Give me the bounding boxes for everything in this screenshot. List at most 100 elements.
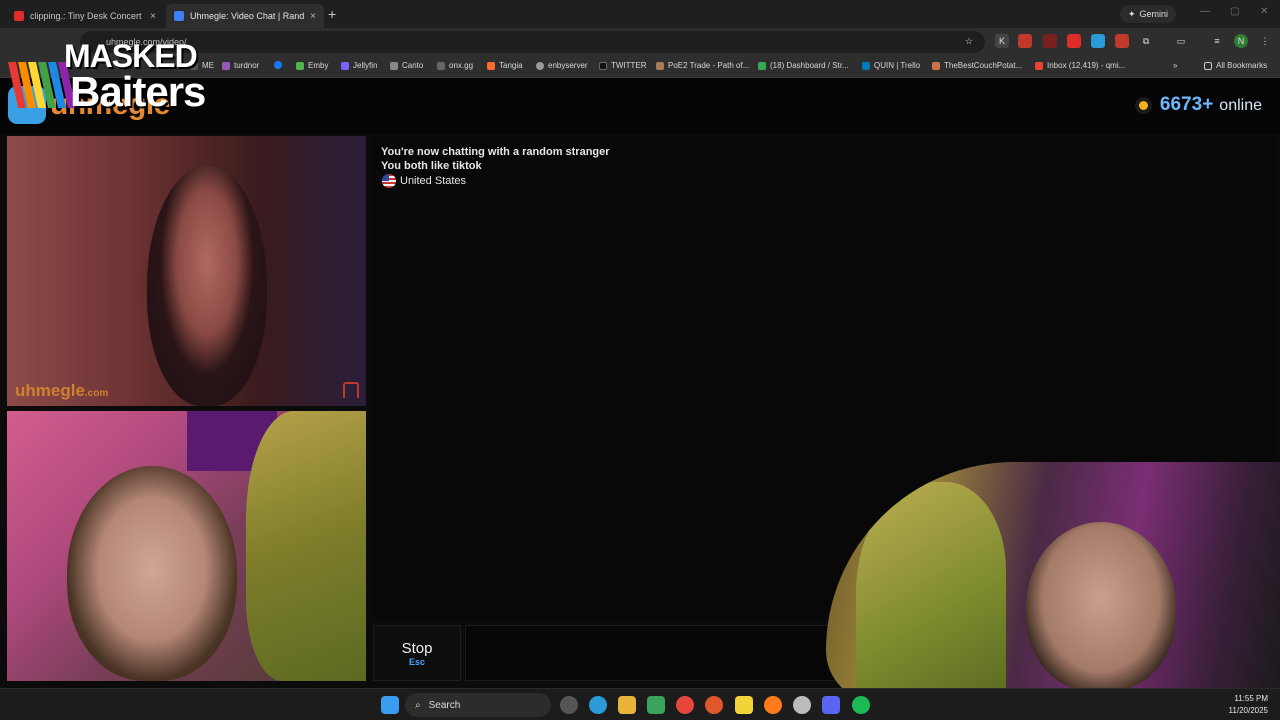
chrome-icon[interactable] [676,696,694,714]
bookmark-item[interactable]: enbyserver [536,61,588,70]
tab-title: Uhmegle: Video Chat | Rand [190,11,305,21]
stop-button[interactable]: Stop Esc [373,625,461,681]
extension-icon[interactable] [1115,34,1129,48]
bookmark-icon [487,61,495,70]
firefox-icon[interactable] [764,696,782,714]
bookmark-label: Tangia [499,61,523,70]
bookmark-item[interactable]: QUIN | Trello [862,61,920,70]
stop-label: Stop [401,639,433,657]
reading-list-icon[interactable]: ≡ [1210,34,1224,48]
extensions-puzzle-icon[interactable]: ⧉ [1139,34,1153,48]
extension-icon[interactable] [1018,34,1032,48]
bookmark-item[interactable]: Canto [390,61,423,70]
app-icon[interactable] [647,696,665,714]
online-label: online [1219,97,1262,114]
bookmark-label: TWITTER [611,61,647,70]
sticky-notes-icon[interactable] [735,696,753,714]
close-tab-icon[interactable]: × [150,11,156,22]
extension-icon[interactable] [1091,34,1105,48]
gemini-button[interactable]: ✦ Gemini [1120,5,1177,23]
minimize-icon[interactable]: — [1200,6,1210,17]
new-tab-button[interactable]: + [328,6,336,22]
video-watermark: uhmegle.com [15,381,108,401]
system-clock[interactable]: 11:55 PM 11/20/2025 [1229,693,1268,717]
bookmark-label: All Bookmarks [1216,61,1268,70]
stop-shortcut: Esc [408,656,425,667]
menu-kebab-icon[interactable]: ⋮ [1258,34,1272,48]
windows-taskbar: ⌕ Search 11:55 PM 11/20/2025 [0,688,1280,720]
stranger-video [7,136,366,406]
tab-title: clipping.: Tiny Desk Concert - Y [30,11,145,21]
spotify-icon[interactable] [852,696,870,714]
bookmark-label: turdnor [234,61,260,70]
bookmark-item[interactable]: onx.gg [437,61,473,70]
self-video [7,411,366,681]
us-flag-icon [382,174,396,188]
logo-line-2: Baiters [70,68,206,115]
bookmark-item[interactable] [274,61,282,69]
bookmark-label: PoE2 Trade - Path of... [668,61,750,70]
bookmark-label: enbyserver [548,61,588,70]
bookmark-icon [437,61,445,70]
bookmark-item[interactable]: (18) Dashboard / Str... [758,61,849,70]
x-icon [599,61,607,70]
discord-icon[interactable] [822,696,840,714]
bookmark-label: onx.gg [449,61,474,70]
more-bookmarks-button[interactable]: » [1173,61,1177,70]
online-counter: 6673+ online [1138,94,1262,116]
search-label: Search [428,699,461,711]
bookmark-item[interactable]: Tangia [487,61,523,70]
youtube-icon [14,11,24,21]
bookmark-icon [341,61,349,70]
report-flag-icon[interactable] [343,382,359,398]
stranger-country: United States [400,175,467,187]
edge-icon[interactable] [589,696,607,714]
bookmark-item[interactable]: PoE2 Trade - Path of... [656,61,749,70]
bookmark-label: Jellyfin [353,61,378,70]
bookmark-item[interactable]: TWITTER [599,61,647,70]
file-explorer-icon[interactable] [618,696,636,714]
arm-sleeve [246,411,366,681]
globe-icon [536,61,544,70]
arm-sleeve [856,482,1006,702]
bookmark-label: (18) Dashboard / Str... [770,61,849,70]
facebook-icon [274,61,282,69]
stranger-person [147,166,267,406]
extension-icon[interactable] [1067,34,1081,48]
online-count: 6673+ [1159,94,1214,115]
self-person [67,466,237,681]
app-icon[interactable] [793,696,811,714]
start-icon[interactable] [381,696,399,714]
gmail-icon [1035,61,1043,70]
bookmark-item[interactable]: TheBestCouchPotat... [932,61,1022,70]
maximize-icon[interactable]: ▢ [1230,6,1239,17]
bookmark-label: Canto [402,61,424,70]
bookmark-star-icon[interactable]: ☆ [962,34,976,48]
task-view-icon[interactable] [560,696,578,714]
extension-icon[interactable] [1043,34,1057,48]
taskbar-search[interactable]: ⌕ Search [405,693,551,717]
close-tab-icon[interactable]: × [310,11,316,22]
bookmark-item[interactable]: Inbox (12,419) - qmi... [1035,61,1125,70]
bookmark-icon [296,61,304,70]
bookmark-icon [932,61,940,70]
streamer-webcam-overlay [826,462,1280,702]
tab-uhmegle[interactable]: Uhmegle: Video Chat | Rand × [166,4,324,28]
status-dot-icon [1138,101,1148,110]
bookmark-label: QUIN | Trello [874,61,921,70]
tab-clipping[interactable]: clipping.: Tiny Desk Concert - Y × [6,4,164,28]
gemini-label: Gemini [1139,9,1169,19]
bookmark-item[interactable]: Jellyfin [341,61,377,70]
profile-avatar-icon[interactable]: N [1234,34,1248,48]
watermark-suffix: .com [84,388,109,399]
app-icon[interactable] [705,696,723,714]
extension-k-icon[interactable]: K [995,34,1009,48]
bookmark-item[interactable]: Emby [296,61,328,70]
streamer-person [1026,522,1176,692]
bookmark-icon [758,61,766,70]
close-window-icon[interactable]: ✕ [1260,6,1268,17]
bookmark-icon [390,61,398,70]
media-icon[interactable]: ▭ [1174,34,1188,48]
browser-tab-strip: clipping.: Tiny Desk Concert - Y × Uhmeg… [0,0,1280,28]
all-bookmarks-button[interactable]: All Bookmarks [1204,61,1267,70]
